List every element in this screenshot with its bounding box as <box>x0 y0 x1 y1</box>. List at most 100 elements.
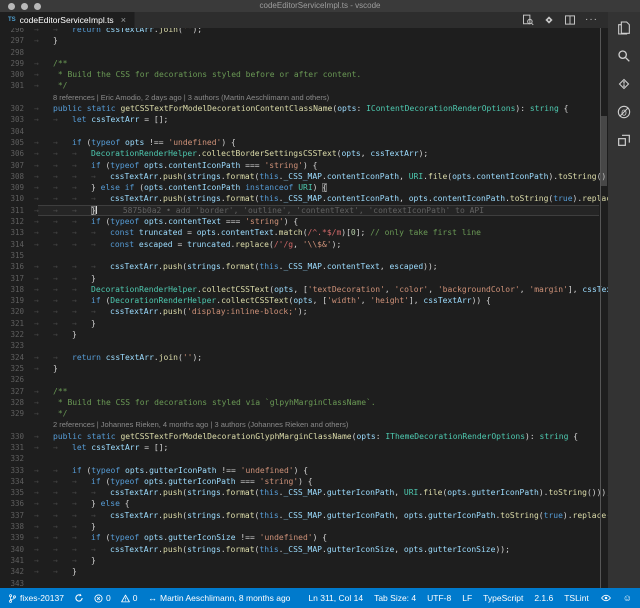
activity-explorer-button[interactable] <box>608 20 640 37</box>
code-line[interactable]: 334→→→if (typeof opts.gutterIconPath ===… <box>0 476 608 487</box>
line-number[interactable]: 329 <box>0 408 34 419</box>
code-line[interactable]: 318→→→DecorationRenderHelper.collectCSST… <box>0 284 608 295</box>
code-line[interactable]: 338→→→} <box>0 521 608 532</box>
code-line[interactable]: 317→→→} <box>0 273 608 284</box>
line-number[interactable]: 308 <box>0 171 34 182</box>
line-number[interactable]: 310 <box>0 193 34 204</box>
code-line[interactable]: 297→} <box>0 35 608 46</box>
ts-version-status[interactable]: 2.1.6 <box>534 593 553 603</box>
line-number[interactable]: 322 <box>0 329 34 340</box>
blame-status[interactable]: ↔Martin Aeschlimann, 8 months ago <box>148 593 290 603</box>
line-number[interactable]: 305 <box>0 137 34 148</box>
encoding-status[interactable]: UTF-8 <box>427 593 451 603</box>
code-line[interactable]: 320→→→→cssTextArr.push('display:inline-b… <box>0 306 608 317</box>
code-line[interactable]: 296→→return cssTextArr.join(''); <box>0 28 608 35</box>
preview-status[interactable] <box>600 593 612 603</box>
tslint-status[interactable]: TSLint <box>564 593 589 603</box>
tab-codeEditorServiceImpl[interactable]: TS codeEditorServiceImpl.ts × <box>0 12 135 28</box>
code-line[interactable]: 330→public static getCSSTextForModelDeco… <box>0 431 608 442</box>
cursor-position-status[interactable]: Ln 311, Col 14 <box>308 593 363 603</box>
code-line[interactable]: 315 <box>0 250 608 261</box>
line-number[interactable]: 296 <box>0 28 34 35</box>
code-line[interactable]: 322→→} <box>0 329 608 340</box>
feedback-status[interactable]: ☺ <box>623 594 632 603</box>
line-number[interactable]: 318 <box>0 284 34 295</box>
code-line[interactable]: 326 <box>0 374 608 385</box>
code-line[interactable]: 304 <box>0 126 608 137</box>
line-number[interactable] <box>0 419 34 430</box>
code-line[interactable]: 299→/** <box>0 58 608 69</box>
eol-status[interactable]: LF <box>462 593 472 603</box>
line-number[interactable]: 336 <box>0 498 34 509</box>
code-line[interactable]: 335→→→→cssTextArr.push(strings.format(th… <box>0 487 608 498</box>
code-line[interactable]: 321→→→} <box>0 318 608 329</box>
line-number[interactable]: 304 <box>0 126 34 137</box>
line-number[interactable]: 317 <box>0 273 34 284</box>
code-line[interactable]: 332 <box>0 453 608 464</box>
activity-extensions-button[interactable] <box>608 132 640 149</box>
line-number[interactable]: 297 <box>0 35 34 46</box>
code-line[interactable]: 341→→→} <box>0 555 608 566</box>
code-line[interactable]: 343 <box>0 578 608 588</box>
line-number[interactable]: 303 <box>0 114 34 125</box>
code-line[interactable]: 311→→→}5875b0a2 • add 'border', 'outline… <box>0 205 608 216</box>
line-number[interactable]: 298 <box>0 47 34 58</box>
tab-size-status[interactable]: Tab Size: 4 <box>374 593 416 603</box>
codelens-row[interactable]: 2 references | Johannes Rieken, 4 months… <box>0 419 608 430</box>
line-number[interactable]: 330 <box>0 431 34 442</box>
code-line[interactable]: 314→→→→const escaped = truncated.replace… <box>0 239 608 250</box>
line-number[interactable]: 335 <box>0 487 34 498</box>
line-number[interactable]: 334 <box>0 476 34 487</box>
code-line[interactable]: 316→→→→cssTextArr.push(strings.format(th… <box>0 261 608 272</box>
line-number[interactable]: 331 <box>0 442 34 453</box>
code-line[interactable]: 300→ * Build the CSS for decorations sty… <box>0 69 608 80</box>
line-number[interactable]: 332 <box>0 453 34 464</box>
line-number[interactable]: 312 <box>0 216 34 227</box>
code-editor[interactable]: 296→→return cssTextArr.join('');297→}298… <box>0 28 608 588</box>
code-line[interactable]: 305→→if (typeof opts !== 'undefined') { <box>0 137 608 148</box>
line-number[interactable]: 302 <box>0 103 34 114</box>
git-branch-status[interactable]: fixes-20137 <box>8 593 64 604</box>
code-line[interactable]: 302→public static getCSSTextForModelDeco… <box>0 103 608 114</box>
line-number[interactable]: 338 <box>0 521 34 532</box>
line-number[interactable]: 314 <box>0 239 34 250</box>
code-line[interactable]: 324→→return cssTextArr.join(''); <box>0 352 608 363</box>
split-editor-icon[interactable] <box>564 14 576 26</box>
code-line[interactable]: 336→→→} else { <box>0 498 608 509</box>
line-number[interactable]: 342 <box>0 566 34 577</box>
code-line[interactable]: 310→→→→cssTextArr.push(strings.format(th… <box>0 193 608 204</box>
code-line[interactable]: 342→→} <box>0 566 608 577</box>
line-number[interactable]: 343 <box>0 578 34 588</box>
code-line[interactable]: 325→} <box>0 363 608 374</box>
line-number[interactable]: 340 <box>0 544 34 555</box>
line-number[interactable]: 327 <box>0 386 34 397</box>
language-status[interactable]: TypeScript <box>483 593 523 603</box>
line-number[interactable]: 326 <box>0 374 34 385</box>
line-number[interactable]: 337 <box>0 510 34 521</box>
activity-search-button[interactable] <box>608 48 640 65</box>
sync-status[interactable] <box>74 593 84 603</box>
code-line[interactable]: 301→ */ <box>0 80 608 91</box>
code-line[interactable]: 327→/** <box>0 386 608 397</box>
line-number[interactable]: 323 <box>0 340 34 351</box>
code-line[interactable]: 307→→→if (typeof opts.contentIconPath ==… <box>0 160 608 171</box>
codelens-row[interactable]: 8 references | Eric Amodio, 2 days ago |… <box>0 92 608 103</box>
code-line[interactable]: 306→→→DecorationRenderHelper.collectBord… <box>0 148 608 159</box>
line-number[interactable]: 311 <box>0 205 34 216</box>
activity-source-control-button[interactable] <box>608 76 640 93</box>
line-number[interactable]: 316 <box>0 261 34 272</box>
code-line[interactable]: 340→→→→cssTextArr.push(strings.format(th… <box>0 544 608 555</box>
line-number[interactable]: 300 <box>0 69 34 80</box>
line-number[interactable]: 333 <box>0 465 34 476</box>
line-number[interactable] <box>0 92 34 103</box>
code-line[interactable]: 309→→→} else if (opts.contentIconPath in… <box>0 182 608 193</box>
line-number[interactable]: 325 <box>0 363 34 374</box>
code-line[interactable]: 319→→→if (DecorationRenderHelper.collect… <box>0 295 608 306</box>
line-number[interactable]: 306 <box>0 148 34 159</box>
code-line[interactable]: 331→→let cssTextArr = []; <box>0 442 608 453</box>
line-number[interactable]: 339 <box>0 532 34 543</box>
code-line[interactable]: 312→→→if (typeof opts.contentText === 's… <box>0 216 608 227</box>
line-number[interactable]: 320 <box>0 306 34 317</box>
code-line[interactable]: 308→→→→cssTextArr.push(strings.format(th… <box>0 171 608 182</box>
code-line[interactable]: 323 <box>0 340 608 351</box>
